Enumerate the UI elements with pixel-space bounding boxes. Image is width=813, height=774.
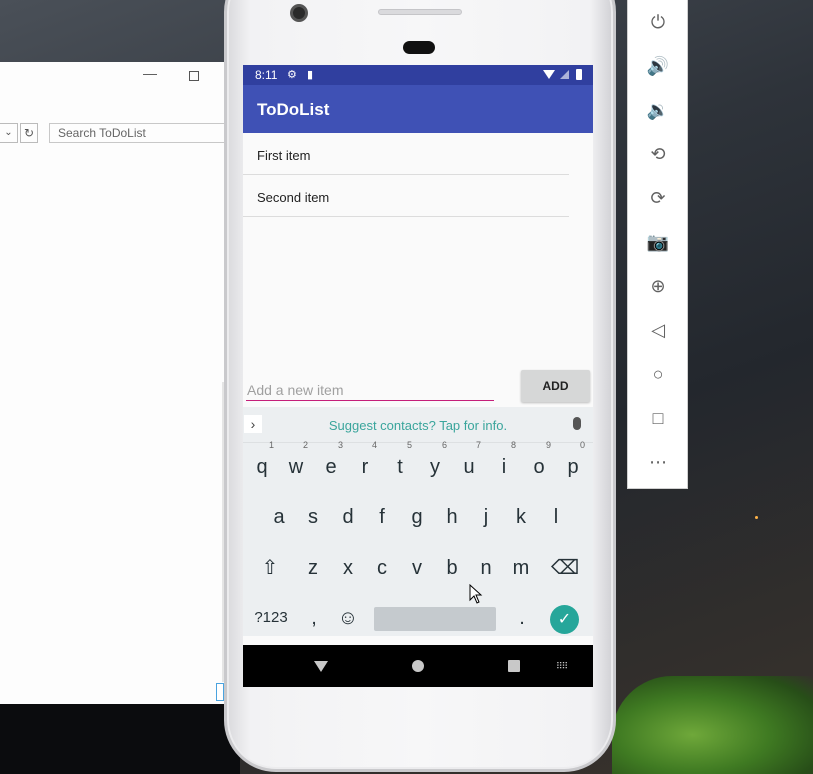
phone-screen: 8:11 ⚙ ▮ ToDoList First item Second item… [243, 65, 593, 687]
volume-down-icon[interactable]: 🔉 [646, 98, 670, 122]
done-check-icon[interactable]: ✓ [550, 605, 579, 634]
explorer-address-bar: ⌄ ↻ Search ToDoList [0, 123, 226, 145]
wifi-icon [543, 70, 555, 79]
front-camera-icon [290, 4, 308, 22]
history-dropdown-icon[interactable]: ⌄ [0, 123, 18, 143]
key-k[interactable]: k [504, 494, 538, 540]
symbols-key[interactable]: ?123 [252, 595, 290, 641]
key-l[interactable]: l [539, 494, 573, 540]
nav-recents-icon[interactable] [508, 660, 520, 672]
soft-keyboard: › Suggest contacts? Tap for info. q1 w2 … [243, 407, 593, 636]
key-u[interactable]: u7 [452, 440, 486, 490]
microphone-icon[interactable] [573, 417, 581, 430]
refresh-icon[interactable]: ↻ [20, 123, 38, 143]
maximize-button[interactable] [189, 71, 199, 81]
new-item-input[interactable] [246, 379, 494, 401]
more-icon[interactable]: ⋯ [646, 450, 670, 474]
list-item[interactable]: Second item [243, 175, 569, 217]
status-bar: 8:11 ⚙ ▮ [243, 65, 593, 85]
suggestion-strip: › Suggest contacts? Tap for info. [243, 407, 593, 443]
taskbar-item-icon[interactable] [216, 683, 224, 701]
taskbar-shadow [0, 704, 240, 774]
explorer-titlebar: — [0, 62, 225, 92]
key-w[interactable]: w2 [279, 440, 313, 490]
app-title: ToDoList [257, 100, 330, 119]
zoom-icon[interactable]: ⊕ [646, 274, 670, 298]
cell-signal-icon [560, 70, 569, 79]
volume-up-icon[interactable]: 🔊 [646, 54, 670, 78]
rotate-left-icon[interactable]: ⟲ [646, 142, 670, 166]
key-o[interactable]: o9 [522, 440, 556, 490]
todo-list: First item Second item [243, 133, 569, 217]
rotate-right-icon[interactable]: ⟳ [646, 186, 670, 210]
battery-icon [576, 69, 582, 80]
explorer-window: — ⌄ ↻ Search ToDoList [0, 62, 226, 704]
phone-speaker-grill [378, 9, 462, 15]
minimize-button[interactable]: — [143, 65, 157, 81]
add-button[interactable]: ADD [521, 370, 590, 402]
key-comma[interactable]: , [297, 595, 331, 641]
sd-card-icon: ▮ [307, 69, 314, 81]
key-t[interactable]: t5 [383, 440, 417, 490]
explorer-search-input[interactable]: Search ToDoList [49, 123, 226, 143]
keyboard-row-4: ?123 , ☺ . ✓ [243, 595, 593, 645]
keyboard-row-2: a s d f g h j k l [243, 494, 593, 544]
key-c[interactable]: c [365, 545, 399, 591]
key-e[interactable]: e3 [314, 440, 348, 490]
list-item[interactable]: First item [243, 133, 569, 175]
key-m[interactable]: m [504, 545, 538, 591]
key-q[interactable]: q1 [245, 440, 279, 490]
backspace-icon[interactable]: ⌫ [548, 545, 582, 591]
nav-home-icon[interactable] [412, 660, 424, 672]
key-y[interactable]: y6 [418, 440, 452, 490]
back-icon[interactable]: ◁ [646, 318, 670, 342]
nav-back-icon[interactable] [314, 661, 328, 672]
key-g[interactable]: g [400, 494, 434, 540]
key-a[interactable]: a [262, 494, 296, 540]
keyboard-row-1: q1 w2 e3 r4 t5 y6 u7 i8 o9 p0 [243, 440, 593, 494]
key-d[interactable]: d [331, 494, 365, 540]
key-i[interactable]: i8 [487, 440, 521, 490]
light-dot [755, 516, 758, 519]
mouse-cursor-icon [469, 584, 483, 604]
key-s[interactable]: s [296, 494, 330, 540]
key-v[interactable]: v [400, 545, 434, 591]
phone-earpiece [403, 41, 435, 54]
camera-icon[interactable]: 📷 [646, 230, 670, 254]
add-item-row: ADD [243, 369, 593, 409]
key-period[interactable]: . [505, 595, 539, 641]
key-p[interactable]: p0 [556, 440, 590, 490]
key-x[interactable]: x [331, 545, 365, 591]
emulator-toolbar: ⏻ 🔊 🔉 ⟲ ⟳ 📷 ⊕ ◁ ○ □ ⋯ [627, 0, 688, 489]
suggestion-text[interactable]: Suggest contacts? Tap for info. [243, 418, 593, 433]
power-icon[interactable]: ⏻ [646, 10, 670, 34]
status-time: 8:11 [255, 68, 278, 82]
app-bar: ToDoList [243, 85, 593, 133]
key-b[interactable]: b [435, 545, 469, 591]
settings-icon: ⚙ [287, 69, 297, 81]
shift-icon[interactable]: ⇧ [253, 545, 287, 591]
space-bar[interactable] [374, 607, 496, 631]
tent-image [612, 676, 813, 774]
keyboard-row-3: ⇧ z x c v b n m ⌫ [243, 545, 593, 595]
key-j[interactable]: j [469, 494, 503, 540]
android-nav-bar: ⠿⠿ [243, 645, 593, 687]
key-h[interactable]: h [435, 494, 469, 540]
home-icon[interactable]: ○ [646, 362, 670, 386]
overview-icon[interactable]: □ [646, 406, 670, 430]
key-r[interactable]: r4 [348, 440, 382, 490]
emoji-icon[interactable]: ☺ [331, 595, 365, 641]
key-f[interactable]: f [365, 494, 399, 540]
key-z[interactable]: z [296, 545, 330, 591]
keyboard-switch-icon[interactable]: ⠿⠿ [556, 661, 568, 672]
